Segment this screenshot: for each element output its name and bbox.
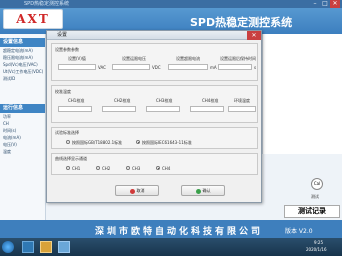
ch2-calibration-input[interactable] (102, 106, 136, 112)
temp-group: 校准温度 CH1校准 CH2校准 CH3校准 CH4校准 环境温度 (51, 85, 258, 123)
standard-group: 试验标准选择 按照国标GB/T18802.1标准 按照国际IEC61643-11… (51, 127, 258, 149)
group-header: 校准温度 (55, 89, 71, 94)
sidebar: 设置信息 超稳定电流(mA) 稳压限电流(mA) Spd(Vc)电压(VAC) … (0, 34, 46, 220)
sidebar-item: Spd(Vc)电压(VAC) (3, 62, 38, 67)
cancel-label: 取消 (136, 188, 145, 193)
run-header: 运行信息 (0, 104, 45, 113)
ambient-temp-input[interactable] (228, 106, 256, 112)
minimize-icon[interactable]: – (310, 0, 320, 8)
close-icon[interactable]: ✕ (330, 0, 340, 8)
group-header: 曲线选择显示通道 (55, 156, 87, 161)
radio-label: CH2 (102, 166, 111, 171)
radio-label: CH3 (132, 166, 141, 171)
field-label: 环境温度 (234, 98, 250, 103)
channel-radio-ch1[interactable] (66, 166, 70, 170)
field-label: CH2校准 (114, 98, 131, 103)
limit-voltage-input[interactable] (112, 64, 150, 70)
settings-dialog: 设置 ✕ 设置参数参数 设置(V)值 VAC 设置运限电压 VDC 设置超限电流… (46, 30, 262, 203)
folder-task-icon[interactable] (40, 241, 52, 253)
unit-label: mA (210, 65, 217, 70)
sidebar-item: Ut(Vc)工作电压(VDC) (3, 69, 44, 74)
group-header: 设置参数参数 (55, 47, 79, 52)
settings-header: 设置信息 (0, 38, 45, 47)
hold-time-input[interactable] (218, 64, 252, 70)
sidebar-item: 电压(V) (3, 142, 17, 147)
param-group: 设置参数参数 设置(V)值 VAC 设置运限电压 VDC 设置超限电流 mA 设… (51, 43, 258, 81)
clock-time: 9:25 (314, 240, 323, 245)
unit-label: VDC (152, 65, 161, 70)
cal-knob[interactable]: Cal (311, 178, 323, 190)
graph-panel (262, 34, 342, 154)
field-label: 设置运限后保持时间 (220, 56, 256, 61)
logo-text: AXT (16, 12, 50, 26)
confirm-icon (195, 188, 201, 194)
sidebar-item: 时间(s) (3, 128, 17, 133)
taskbar: 9:25 2020/1/16 (0, 238, 342, 256)
window-titlebar: SPD热稳定测控系统 (0, 0, 342, 8)
ch3-calibration-input[interactable] (146, 106, 180, 112)
test-label: 测试 (311, 194, 319, 199)
sidebar-item: 超稳定电流(mA) (3, 48, 33, 53)
right-control-panel: Cal 测试 测试记录 (262, 154, 342, 220)
radio-label: 按照国标GB/T18802.1标准 (72, 140, 123, 145)
window-title: SPD热稳定测控系统 (24, 1, 70, 7)
standard-radio-iec[interactable] (136, 140, 140, 144)
sidebar-item: 温度 (3, 149, 11, 154)
field-label: 设置超限电流 (176, 56, 200, 61)
field-label: CH3校准 (156, 98, 173, 103)
maximize-icon[interactable]: □ (320, 0, 330, 8)
voltage-input[interactable] (58, 64, 96, 70)
sidebar-item: 测试ID (3, 76, 16, 81)
channel-radio-ch2[interactable] (96, 166, 100, 170)
app-task-icon[interactable] (22, 241, 34, 253)
confirm-button[interactable]: 确认 (181, 185, 225, 196)
channel-radio-ch3[interactable] (126, 166, 130, 170)
field-label: CH1校准 (68, 98, 85, 103)
unit-label: s (254, 65, 257, 70)
unit-label: VAC (98, 65, 106, 70)
ch1-calibration-input[interactable] (58, 106, 92, 112)
app-logo: AXT (3, 9, 63, 29)
test-record-button[interactable]: 测试记录 (284, 205, 340, 218)
sidebar-item: CH (3, 121, 9, 126)
version-label: 版本 V2.0 (285, 228, 313, 235)
radio-label: CH4 (162, 166, 171, 171)
app-title: SPD热稳定测控系统 (190, 16, 293, 29)
field-label: 设置运限电压 (122, 56, 146, 61)
confirm-label: 确认 (202, 188, 211, 193)
radio-label: 按照国际IEC61643-11标准 (142, 140, 192, 145)
limit-current-input[interactable] (168, 64, 208, 70)
task-icon[interactable] (58, 241, 70, 253)
channel-group: 曲线选择显示通道 CH1 CH2 CH3 CH4 (51, 153, 258, 175)
sidebar-item: 功率 (3, 114, 11, 119)
cancel-icon (129, 188, 135, 194)
sidebar-item: 稳压限电流(mA) (3, 55, 33, 60)
company-name: 深圳市欧特自动化科技有限公司 (95, 227, 264, 237)
standard-radio-gb[interactable] (66, 140, 70, 144)
field-label: 设置(V)值 (68, 56, 86, 61)
clock-date: 2020/1/16 (306, 247, 327, 252)
ch4-calibration-input[interactable] (190, 106, 224, 112)
group-header: 试验标准选择 (55, 130, 79, 135)
dialog-titlebar: 设置 ✕ (47, 31, 261, 40)
sidebar-item: 电流(mA) (3, 135, 21, 140)
dialog-title: 设置 (57, 32, 68, 38)
field-label: CH4校准 (202, 98, 219, 103)
start-icon[interactable] (2, 241, 14, 253)
cancel-button[interactable]: 取消 (115, 185, 159, 196)
radio-label: CH1 (72, 166, 81, 171)
channel-radio-ch4[interactable] (156, 166, 160, 170)
dialog-close-button[interactable]: ✕ (247, 31, 261, 40)
